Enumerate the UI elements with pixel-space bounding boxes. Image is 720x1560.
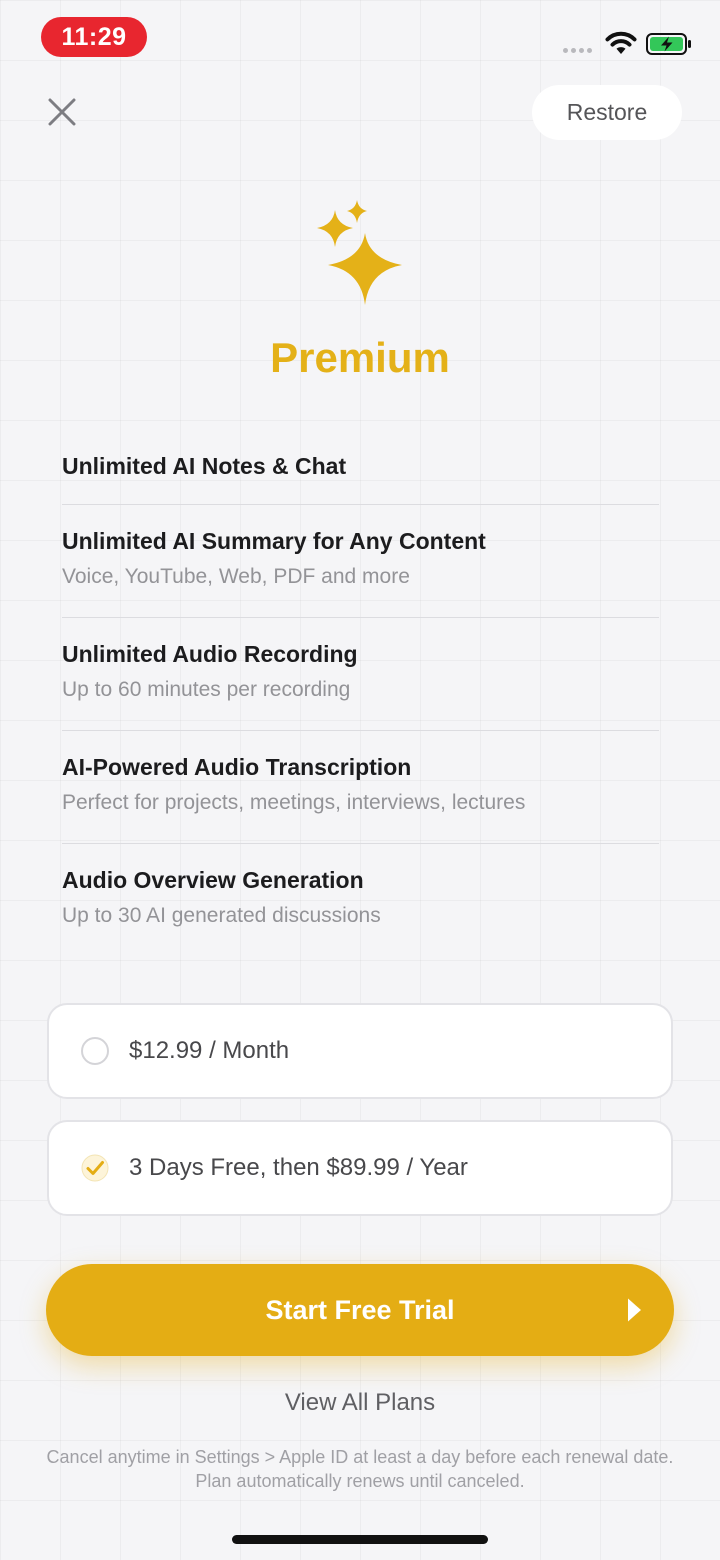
plan-label: $12.99 / Month xyxy=(129,1037,290,1064)
feature-title: Audio Overview Generation xyxy=(62,867,364,893)
feature-list: Unlimited AI Notes & Chat Unlimited AI S… xyxy=(62,430,659,954)
home-indicator xyxy=(232,1535,488,1544)
feature-title: Unlimited AI Notes & Chat xyxy=(62,453,347,479)
legal-text: Cancel anytime in Settings > Apple ID at… xyxy=(46,1447,674,1491)
radio-checked-icon xyxy=(81,1154,109,1182)
close-icon xyxy=(48,98,76,126)
close-button[interactable] xyxy=(40,90,84,134)
feature-subtitle: Voice, YouTube, Web, PDF and more xyxy=(62,565,410,588)
feature-title: Unlimited Audio Recording xyxy=(62,641,358,667)
plan-option-yearly[interactable]: 3 Days Free, then $89.99 / Year xyxy=(47,1120,673,1216)
feature-item: Unlimited AI Summary for Any Content Voi… xyxy=(62,505,659,618)
status-time: 11:29 xyxy=(41,17,147,57)
feature-item: AI-Powered Audio Transcription Perfect f… xyxy=(62,731,659,844)
cta-label: Start Free Trial xyxy=(265,1294,455,1325)
feature-subtitle: Up to 30 AI generated discussions xyxy=(62,904,381,927)
radio-unselected-icon xyxy=(81,1037,109,1065)
signal-icon xyxy=(563,48,592,53)
page-title: Premium xyxy=(270,334,450,381)
feature-item: Audio Overview Generation Up to 30 AI ge… xyxy=(62,844,659,954)
feature-subtitle: Up to 60 minutes per recording xyxy=(62,678,351,701)
feature-item: Unlimited Audio Recording Up to 60 minut… xyxy=(62,618,659,731)
feature-title: AI-Powered Audio Transcription xyxy=(62,754,412,780)
feature-item: Unlimited AI Notes & Chat xyxy=(62,430,659,505)
feature-title: Unlimited AI Summary for Any Content xyxy=(62,528,486,554)
view-all-plans-link[interactable]: View All Plans xyxy=(0,1389,720,1417)
sparkles-icon xyxy=(317,200,402,305)
plan-label: 3 Days Free, then $89.99 / Year xyxy=(129,1154,468,1181)
battery-charging-icon xyxy=(646,33,691,55)
restore-button[interactable]: Restore xyxy=(532,85,682,140)
plan-option-monthly[interactable]: $12.99 / Month xyxy=(47,1003,673,1099)
play-arrow-icon xyxy=(628,1298,641,1322)
wifi-icon xyxy=(605,31,637,54)
start-free-trial-button[interactable]: Start Free Trial xyxy=(46,1264,674,1356)
feature-subtitle: Perfect for projects, meetings, intervie… xyxy=(62,791,526,814)
